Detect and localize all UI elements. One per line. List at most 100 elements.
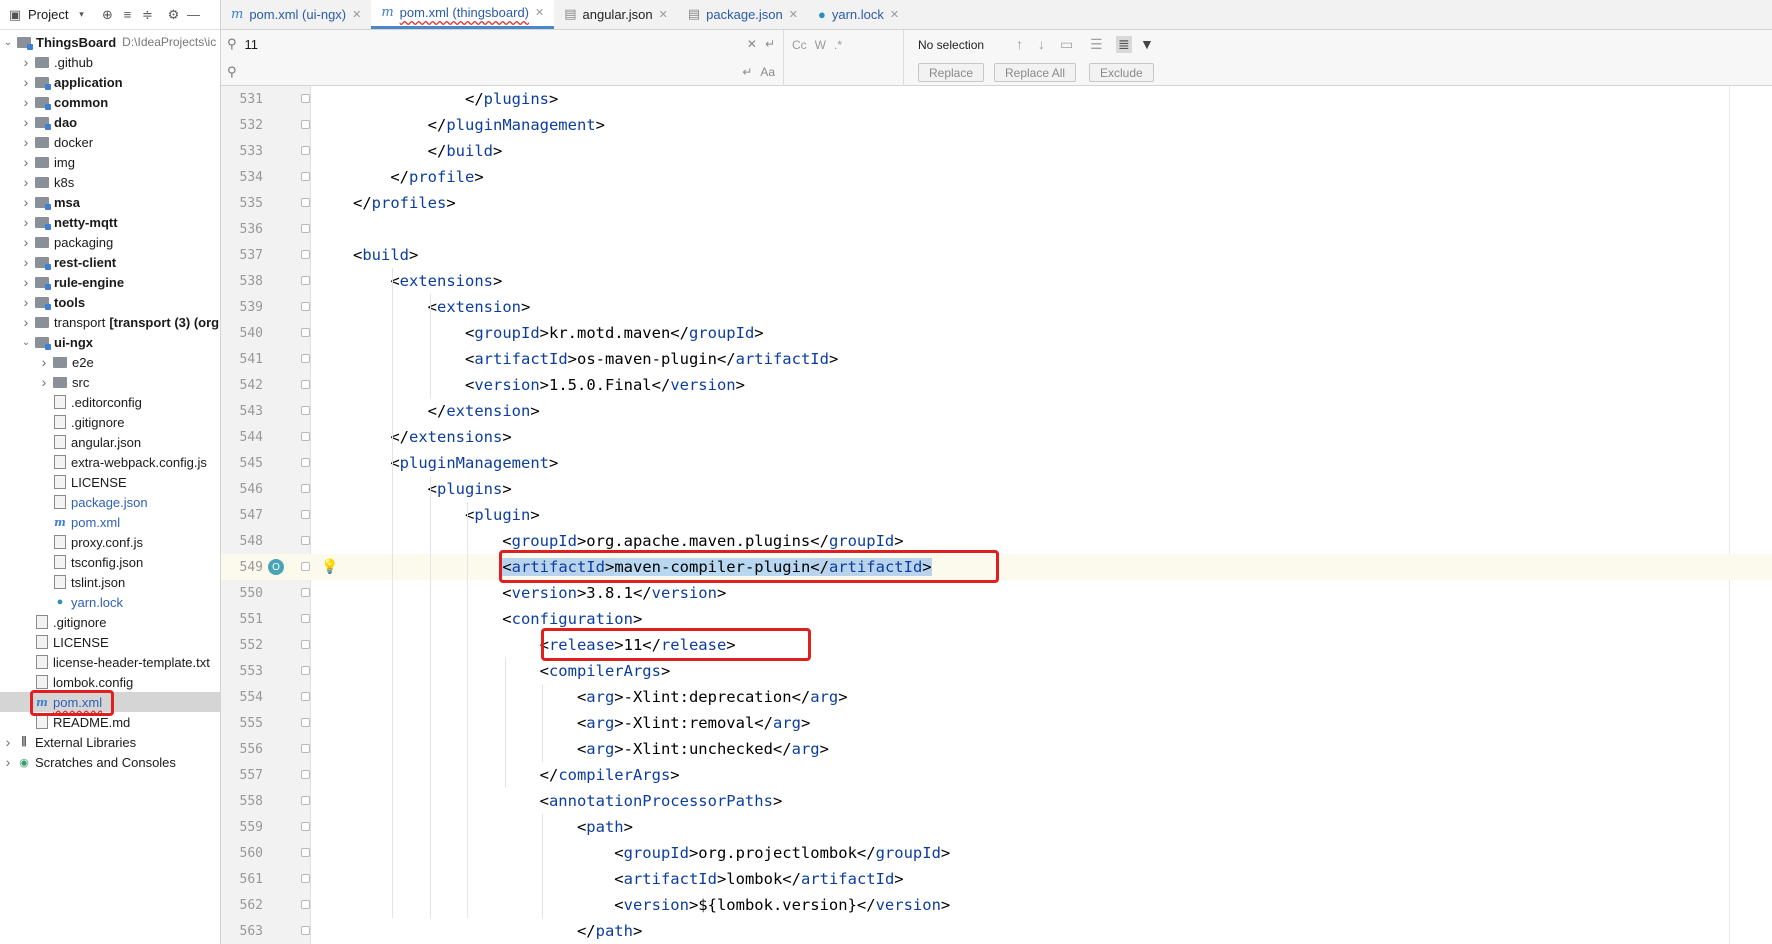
tree-item[interactable]: LICENSE [0, 632, 220, 652]
code-line[interactable]: 531 </plugins> [221, 86, 1772, 112]
code-line[interactable]: 559 <path> [221, 814, 1772, 840]
tree-item[interactable]: › rest-client [0, 252, 220, 272]
fold-marker-icon[interactable] [301, 692, 310, 701]
gear-icon[interactable]: ⚙ [166, 7, 180, 22]
code-line[interactable]: 536 [221, 216, 1772, 242]
fold-marker-icon[interactable] [301, 718, 310, 727]
tree-item[interactable]: › dao [0, 112, 220, 132]
tree-item[interactable]: .gitignore [0, 612, 220, 632]
tree-item[interactable]: › img [0, 152, 220, 172]
project-view-dropdown[interactable]: Project [28, 7, 68, 22]
fold-marker-icon[interactable] [301, 458, 310, 467]
fold-marker-icon[interactable] [301, 614, 310, 623]
next-occurrence-icon[interactable]: ↓ [1038, 36, 1045, 52]
fold-marker-icon[interactable] [301, 900, 310, 909]
clear-icon[interactable]: ✕ [747, 37, 757, 51]
tree-item[interactable]: › .github [0, 52, 220, 72]
tree-item[interactable]: ⌄ ui-ngx [0, 332, 220, 352]
fold-marker-icon[interactable] [301, 406, 310, 415]
tree-item[interactable]: .editorconfig [0, 392, 220, 412]
code-line[interactable]: 556 <arg>-Xlint:unchecked</arg> [221, 736, 1772, 762]
tree-item[interactable]: › msa [0, 192, 220, 212]
fold-marker-icon[interactable] [301, 796, 310, 805]
fold-marker-icon[interactable] [301, 640, 310, 649]
hide-icon[interactable]: — [186, 7, 200, 22]
fold-marker-icon[interactable] [301, 744, 310, 753]
code-line[interactable]: 550 <version>3.8.1</version> [221, 580, 1772, 606]
preserve-case-icon[interactable]: Aa [760, 65, 775, 79]
tree-item[interactable]: ⌄ ThingsBoard D:\IdeaProjects\ic [0, 32, 220, 52]
tree-item[interactable]: m pom.xml [0, 692, 220, 712]
tree-item[interactable]: › rule-engine [0, 272, 220, 292]
fold-marker-icon[interactable] [301, 926, 310, 935]
words-toggle[interactable]: W [815, 38, 826, 52]
chevron-down-icon[interactable]: ⌄ [2, 37, 14, 48]
fold-marker-icon[interactable] [301, 484, 310, 493]
match-case-toggle[interactable]: Cc [792, 38, 807, 52]
dropdown-arrow-icon[interactable]: ▾ [74, 8, 88, 22]
tree-item[interactable]: › netty-mqtt [0, 212, 220, 232]
fold-marker-icon[interactable] [301, 874, 310, 883]
replace-button[interactable]: Replace [918, 63, 985, 82]
tree-item[interactable]: › src [0, 372, 220, 392]
fold-marker-icon[interactable] [301, 224, 310, 233]
fold-marker-icon[interactable] [301, 822, 310, 831]
fold-marker-icon[interactable] [301, 172, 310, 181]
fold-marker-icon[interactable] [301, 848, 310, 857]
tree-item[interactable]: › tools [0, 292, 220, 312]
tree-item[interactable]: › common [0, 92, 220, 112]
code-line[interactable]: 537 <build> [221, 242, 1772, 268]
code-line[interactable]: 560 <groupId>org.projectlombok</groupId> [221, 840, 1772, 866]
chevron-right-icon[interactable]: › [20, 214, 32, 230]
code-line[interactable]: 541 <artifactId>os-maven-plugin</artifac… [221, 346, 1772, 372]
tab-pom-thingsboard[interactable]: m pom.xml (thingsboard) ✕ [371, 0, 555, 29]
chevron-right-icon[interactable]: › [20, 254, 32, 270]
tree-item[interactable]: extra-webpack.config.js [0, 452, 220, 472]
fold-marker-icon[interactable] [301, 666, 310, 675]
tree-item[interactable]: › ⫼ External Libraries [0, 732, 220, 752]
code-line[interactable]: 561 <artifactId>lombok</artifactId> [221, 866, 1772, 892]
chevron-right-icon[interactable]: › [20, 274, 32, 290]
project-view-icon[interactable]: ▣ [8, 7, 22, 22]
tree-item[interactable]: tsconfig.json [0, 552, 220, 572]
code-editor[interactable]: 531 </plugins> 532 </pluginManagement> 533… [221, 86, 1772, 944]
fold-marker-icon[interactable] [301, 120, 310, 129]
code-line[interactable]: 545 <pluginManagement> [221, 450, 1772, 476]
code-line[interactable]: 534 </profile> [221, 164, 1772, 190]
select-all-icon[interactable]: ▭ [1060, 36, 1073, 53]
fold-marker-icon[interactable] [301, 94, 310, 103]
code-line[interactable]: 544 </extensions> [221, 424, 1772, 450]
override-gutter-icon[interactable]: O [268, 559, 284, 575]
code-line[interactable]: 552 <release>11</release> [221, 632, 1772, 658]
code-line[interactable]: 547 <plugin> [221, 502, 1772, 528]
code-line[interactable]: 555 <arg>-Xlint:removal</arg> [221, 710, 1772, 736]
chevron-right-icon[interactable]: › [20, 174, 32, 190]
chevron-right-icon[interactable]: › [2, 754, 14, 770]
code-line[interactable]: 543 </extension> [221, 398, 1772, 424]
fold-marker-icon[interactable] [301, 770, 310, 779]
in-selection-icon[interactable]: ☰ [1090, 36, 1103, 53]
code-line[interactable]: 562 <version>${lombok.version}</version> [221, 892, 1772, 918]
locate-icon[interactable]: ⊕ [100, 7, 114, 22]
regex-toggle[interactable]: .* [834, 38, 842, 52]
tree-item[interactable]: m pom.xml [0, 512, 220, 532]
code-line[interactable]: 532 </pluginManagement> [221, 112, 1772, 138]
close-icon[interactable]: ✕ [890, 8, 899, 21]
code-line[interactable]: 557 </compilerArgs> [221, 762, 1772, 788]
code-line[interactable]: 558 <annotationProcessorPaths> [221, 788, 1772, 814]
code-line[interactable]: 554 <arg>-Xlint:deprecation</arg> [221, 684, 1772, 710]
code-line[interactable]: 549 <artifactId>maven-compiler-plugin</a… [221, 554, 1772, 580]
chevron-right-icon[interactable]: › [20, 134, 32, 150]
tree-item[interactable]: README.md [0, 712, 220, 732]
tab-package-json[interactable]: ▤ package.json ✕ [678, 0, 808, 29]
fold-marker-icon[interactable] [301, 328, 310, 337]
new-line-icon[interactable]: ↵ [765, 37, 775, 51]
fold-marker-icon[interactable] [301, 536, 310, 545]
chevron-down-icon[interactable]: ⌄ [20, 337, 32, 348]
fold-marker-icon[interactable] [301, 198, 310, 207]
tree-item[interactable]: package.json [0, 492, 220, 512]
replace-all-button[interactable]: Replace All [994, 63, 1077, 82]
fold-marker-icon[interactable] [301, 588, 310, 597]
tree-item[interactable]: › docker [0, 132, 220, 152]
chevron-right-icon[interactable]: › [2, 734, 14, 750]
